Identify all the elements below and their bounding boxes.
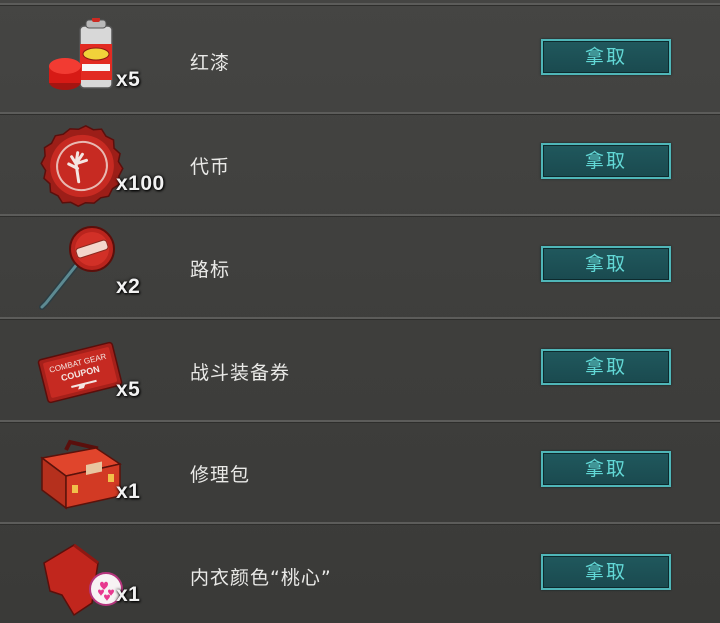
reward-row-red-paint: x5 红漆 拿取 [0, 10, 720, 112]
claim-button[interactable]: 拿取 [541, 349, 671, 385]
reward-row-combat-gear-coupon: COMBAT GEAR COUPON x5 战斗装备券 拿取 [0, 320, 720, 422]
row-divider [0, 3, 720, 6]
item-name: 路标 [190, 259, 231, 281]
claim-button[interactable]: 拿取 [541, 143, 671, 179]
claim-button[interactable]: 拿取 [541, 246, 671, 282]
item-name: 红漆 [190, 52, 231, 74]
claim-button[interactable]: 拿取 [541, 39, 671, 75]
item-name: 战斗装备券 [190, 362, 291, 384]
item-quantity: x5 [116, 68, 141, 91]
reward-row-road-sign: x2 路标 拿取 [0, 217, 720, 319]
claim-button[interactable]: 拿取 [541, 554, 671, 590]
item-name: 修理包 [190, 464, 251, 486]
item-name: 代币 [190, 156, 231, 178]
item-quantity: x5 [116, 378, 141, 401]
reward-list: x5 红漆 拿取 x100 代币 拿取 x2 路标 拿取 COMBAT GEAR… [0, 0, 720, 623]
claim-button[interactable]: 拿取 [541, 451, 671, 487]
reward-row-repair-kit: x1 修理包 拿取 [0, 422, 720, 524]
reward-row-underwear-heart: x1 内衣颜色“桃心” 拿取 [0, 525, 720, 623]
item-quantity: x1 [116, 583, 141, 606]
item-name: 内衣颜色“桃心” [190, 567, 332, 589]
reward-row-token: x100 代币 拿取 [0, 114, 720, 216]
item-quantity: x100 [116, 172, 165, 195]
item-quantity: x1 [116, 480, 141, 503]
item-quantity: x2 [116, 275, 141, 298]
